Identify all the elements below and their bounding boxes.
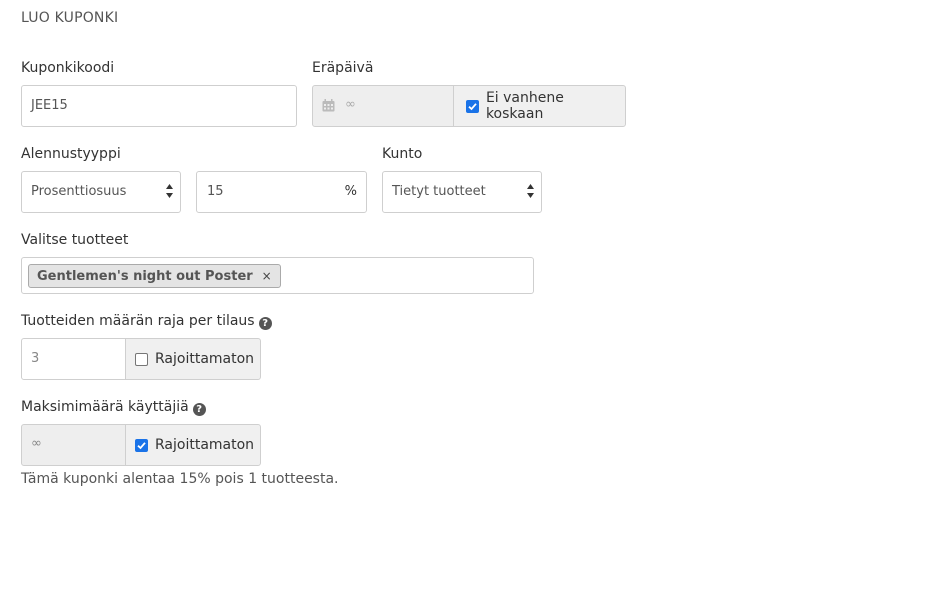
max-users-text: Maksimimäärä käyttäjiä: [21, 399, 189, 415]
quantity-limit-value: 3: [31, 351, 40, 366]
help-icon[interactable]: ?: [192, 403, 206, 416]
percent-suffix: %: [344, 184, 357, 199]
quantity-unlimited-toggle[interactable]: Rajoittamaton: [125, 338, 261, 380]
condition-select[interactable]: Tietyt tuotteet: [382, 171, 542, 213]
never-expires-checkbox[interactable]: [466, 99, 479, 113]
quantity-unlimited-label: Rajoittamaton: [155, 351, 255, 367]
coupon-code-input[interactable]: JEE15: [21, 85, 297, 127]
quantity-limit-text: Tuotteiden määrän raja per tilaus: [21, 313, 255, 329]
max-users-input: ∞: [21, 424, 126, 466]
page-title: LUO KUPONKI: [21, 10, 119, 26]
discount-type-label: Alennustyyppi: [21, 146, 121, 162]
max-users-unlimited-checkbox[interactable]: [135, 438, 148, 452]
quantity-limit-input[interactable]: 3: [21, 338, 126, 380]
discount-type-select[interactable]: Prosenttiosuus: [21, 171, 181, 213]
select-arrows-icon: [527, 184, 534, 198]
condition-label: Kunto: [382, 146, 423, 162]
max-users-unlimited-label: Rajoittamaton: [155, 437, 255, 453]
quantity-unlimited-checkbox[interactable]: [135, 352, 148, 366]
product-tag-label: Gentlemen's night out Poster: [37, 268, 253, 284]
expiry-date-input: ∞: [312, 85, 454, 127]
coupon-code-label: Kuponkikoodi: [21, 60, 115, 76]
products-multiselect[interactable]: Gentlemen's night out Poster ×: [21, 257, 534, 294]
products-label: Valitse tuotteet: [21, 232, 129, 248]
calendar-icon: [322, 99, 335, 116]
discount-type-value: Prosenttiosuus: [31, 184, 127, 199]
never-expires-label: Ei vanhene koskaan: [485, 90, 564, 122]
quantity-limit-label: Tuotteiden määrän raja per tilaus?: [21, 313, 272, 330]
coupon-code-value: JEE15: [31, 98, 68, 113]
never-expires-toggle[interactable]: Ei vanhene koskaan: [453, 85, 626, 127]
discount-amount-input[interactable]: 15 %: [196, 171, 367, 213]
select-arrows-icon: [166, 184, 173, 198]
product-tag: Gentlemen's night out Poster ×: [28, 264, 281, 288]
max-users-value: ∞: [31, 436, 42, 451]
max-users-label: Maksimimäärä käyttäjiä?: [21, 399, 206, 416]
expiry-label: Eräpäivä: [312, 60, 374, 76]
coupon-summary: Tämä kuponki alentaa 15% pois 1 tuottees…: [21, 471, 339, 487]
help-icon[interactable]: ?: [258, 317, 272, 330]
discount-amount-value: 15: [207, 184, 224, 199]
condition-value: Tietyt tuotteet: [392, 184, 486, 199]
remove-tag-icon[interactable]: ×: [262, 269, 272, 283]
expiry-value: ∞: [345, 97, 356, 112]
max-users-unlimited-toggle[interactable]: Rajoittamaton: [125, 424, 261, 466]
